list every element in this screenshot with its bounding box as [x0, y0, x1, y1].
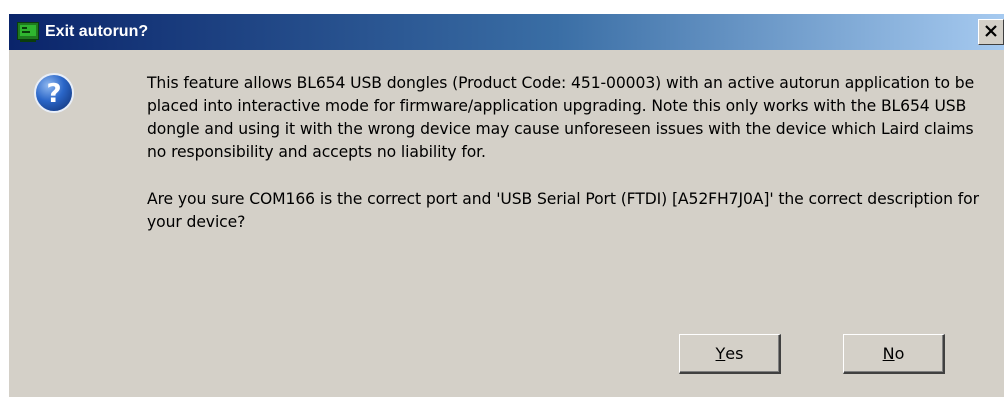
exit-autorun-dialog: Exit autorun? ? This feature allows BL65…: [8, 13, 1004, 397]
dialog-title: Exit autorun?: [45, 23, 149, 40]
svg-text:?: ?: [46, 79, 61, 109]
no-button[interactable]: No: [843, 334, 945, 374]
app-window-icon: [17, 21, 39, 43]
no-button-label: o: [894, 344, 905, 363]
close-button[interactable]: [978, 19, 1004, 45]
yes-button-label: es: [725, 344, 744, 363]
message-paragraph-1: This feature allows BL654 USB dongles (P…: [147, 74, 975, 161]
message-paragraph-2: Are you sure COM166 is the correct port …: [147, 190, 979, 231]
close-icon: [984, 23, 998, 42]
message-text: This feature allows BL654 USB dongles (P…: [147, 72, 995, 234]
title-bar[interactable]: Exit autorun?: [9, 14, 1004, 50]
yes-button[interactable]: Yes: [679, 334, 781, 374]
no-button-mnemonic: N: [882, 344, 895, 363]
question-icon: ?: [33, 72, 75, 114]
yes-button-mnemonic: Y: [715, 344, 726, 363]
